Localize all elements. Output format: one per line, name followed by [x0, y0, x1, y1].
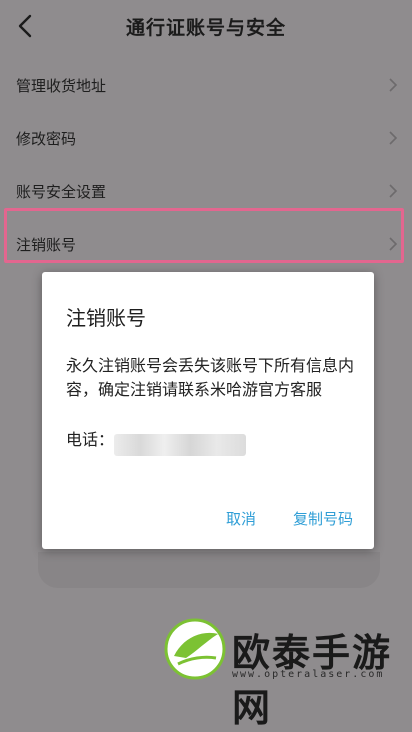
menu-item-security-settings[interactable]: 账号安全设置: [0, 164, 412, 217]
phone-label: 电话：: [66, 430, 115, 449]
menu-item-label: 账号安全设置: [16, 183, 107, 201]
dialog-message: 永久注销账号会丢失该账号下所有信息内容，确定注销请联系米哈游官方客服: [66, 356, 355, 399]
background-card-shadow: [38, 552, 380, 588]
page-title: 通行证账号与安全: [125, 17, 286, 39]
menu-item-label: 修改密码: [16, 130, 77, 148]
chevron-right-icon: [389, 184, 398, 198]
blurred-phone-number: [114, 434, 246, 456]
chevron-right-icon: [389, 237, 398, 251]
dialog-title: 注销账号: [66, 306, 146, 330]
top-bar: 通行证账号与安全: [0, 0, 412, 52]
menu-item-change-password[interactable]: 修改密码: [0, 111, 412, 164]
menu-item-manage-address[interactable]: 管理收货地址: [0, 58, 412, 111]
menu-item-label: 管理收货地址: [16, 77, 107, 95]
chevron-right-icon: [389, 131, 398, 145]
menu-item-delete-account[interactable]: 注销账号: [0, 217, 412, 270]
cancel-button[interactable]: 取消: [226, 508, 256, 529]
settings-menu: 管理收货地址 修改密码 账号安全设置 注销账号: [0, 58, 412, 270]
delete-account-dialog: 注销账号 永久注销账号会丢失该账号下所有信息内容，确定注销请联系米哈游官方客服 …: [42, 272, 374, 549]
menu-item-label: 注销账号: [16, 236, 77, 254]
leaf-logo-icon: [164, 618, 226, 680]
watermark: 欧泰手游网 www.opteralaser.com: [160, 614, 412, 730]
chevron-right-icon: [389, 78, 398, 92]
copy-number-button[interactable]: 复制号码: [293, 508, 353, 529]
watermark-url: www.opteralaser.com: [232, 669, 385, 680]
